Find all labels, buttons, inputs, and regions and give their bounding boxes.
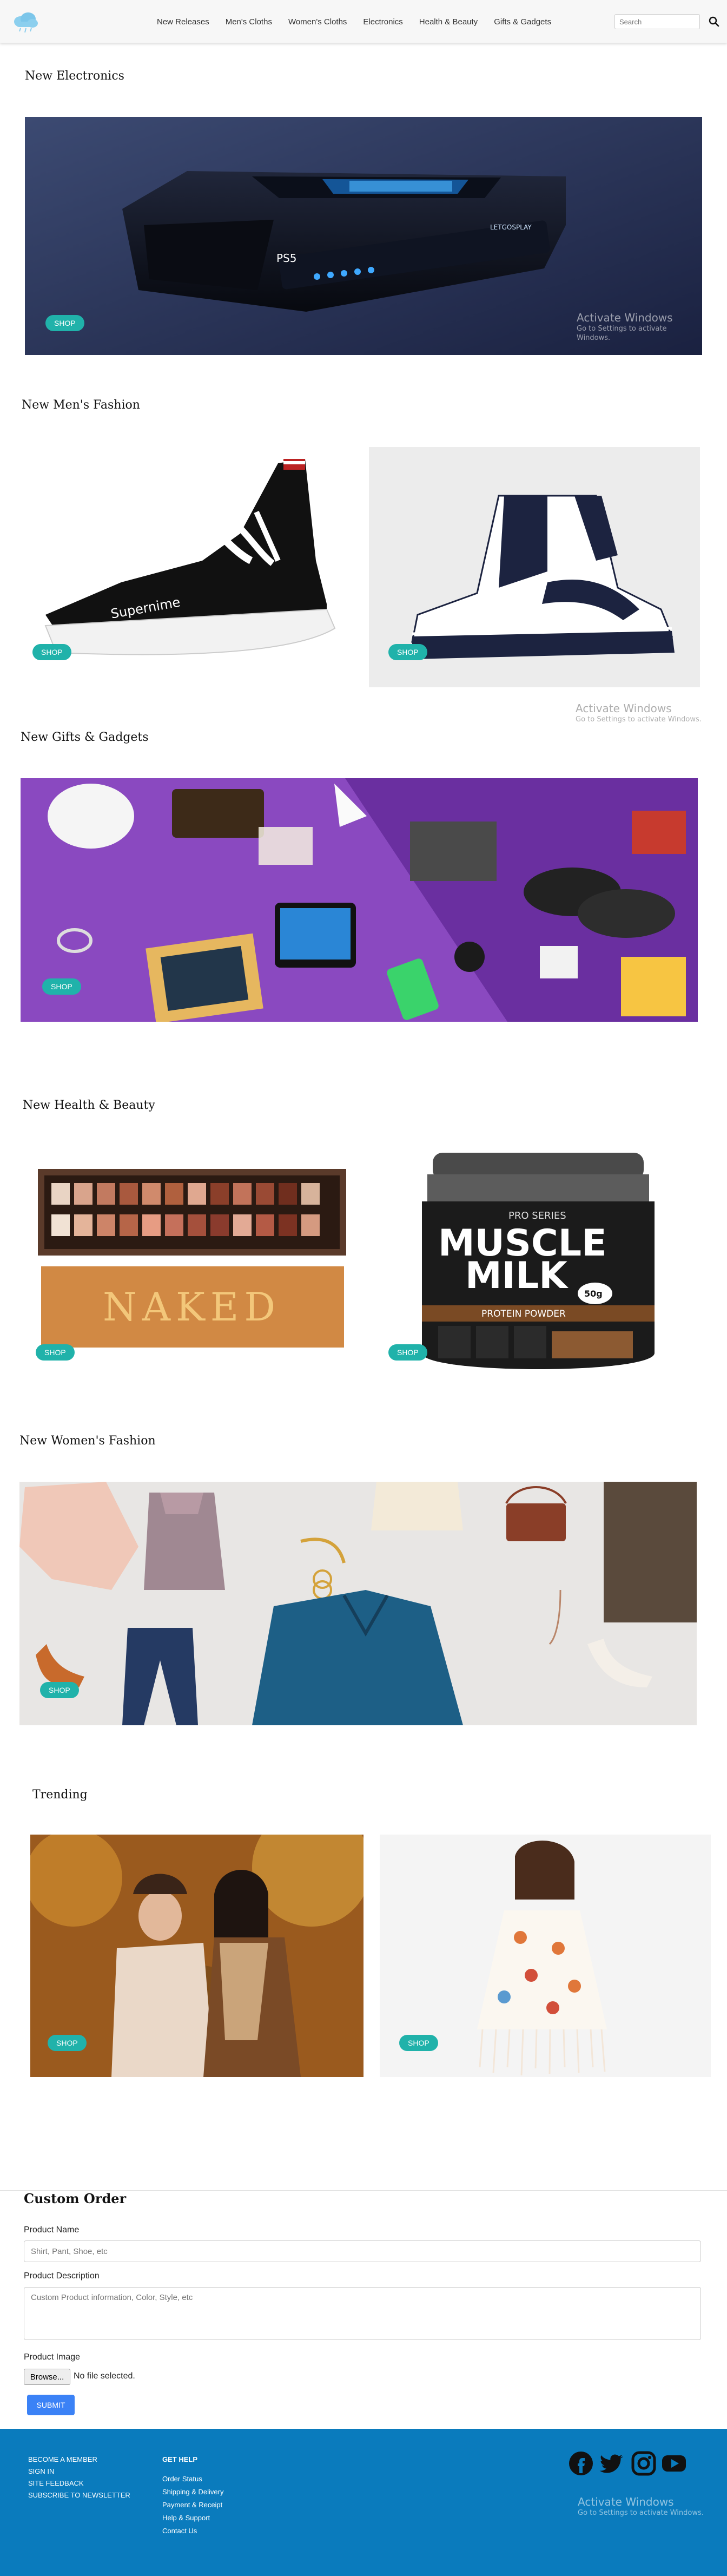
palette-label-text: NAKED [103,1284,281,1330]
browse-file-button[interactable]: Browse... [24,2369,70,2385]
footer-link-help-support[interactable]: Help & Support [162,2514,210,2522]
facebook-icon[interactable] [568,2450,594,2476]
shop-button-gifts[interactable]: SHOP [42,978,81,995]
trending-promo-image-left[interactable]: SHOP [30,1835,364,2077]
section-title-mens: New Men's Fashion [22,398,140,412]
shop-button-trending-right[interactable]: SHOP [399,2035,438,2051]
search-icon[interactable] [709,16,719,27]
shop-button-trending-left[interactable]: SHOP [48,2035,87,2051]
nav-link-new-releases[interactable]: New Releases [157,17,209,27]
cloud-logo-icon[interactable] [11,10,39,34]
activate-windows-watermark: Activate Windows Go to Settings to activ… [577,311,702,343]
shop-button-mens-right[interactable]: SHOP [388,644,427,660]
product-name-input[interactable] [24,2240,701,2262]
nav-link-womens-cloths[interactable]: Women's Cloths [288,17,347,27]
tub-protein-badge: 50g [584,1289,603,1299]
shop-button-health-right[interactable]: SHOP [388,1344,427,1361]
file-status-text: No file selected. [74,2371,135,2381]
health-promo-image-right[interactable]: PRO SERIES MUSCLE MILK 50g PROTEIN POWDE… [384,1147,700,1388]
instagram-icon[interactable] [631,2450,657,2476]
footer-link-payment-receipt[interactable]: Payment & Receipt [162,2501,222,2509]
section-title-trending: Trending [32,1788,88,1802]
section-title-electronics: New Electronics [25,69,124,83]
tub-title-line2: MILK [465,1254,569,1297]
product-description-input[interactable] [24,2287,701,2340]
footer-link-sign-in[interactable]: SIGN IN [28,2467,54,2475]
watermark-title: Activate Windows [577,311,673,324]
watermark-subtitle: Go to Settings to activate Windows. [577,325,667,342]
nav-link-electronics[interactable]: Electronics [363,17,402,27]
nav-link-health-beauty[interactable]: Health & Beauty [419,17,478,27]
electronics-promo-image[interactable]: PS5 LETGOSPLAY SHOP Activate Windows Go … [25,117,702,355]
shop-button-health-left[interactable]: SHOP [36,1344,75,1361]
footer-link-site-feedback[interactable]: SITE FEEDBACK [28,2479,84,2487]
shop-button-mens-left[interactable]: SHOP [32,644,71,660]
shop-button-electronics[interactable]: SHOP [45,315,84,331]
search-input[interactable] [614,14,700,29]
health-promo-image-left[interactable]: NAKED SHOP [22,1147,362,1388]
submit-button[interactable]: SUBMIT [27,2395,75,2415]
footer-help-heading: GET HELP [162,2455,198,2463]
product-description-label: Product Description [24,2271,100,2281]
section-title-womens: New Women's Fashion [19,1434,156,1448]
mens-promo-image-left[interactable]: Supernime SHOP [24,447,365,687]
console-logo-text: PS5 [276,252,296,265]
gifts-promo-image[interactable]: SHOP [21,778,698,1022]
console-badge-text: LETGOSPLAY [490,224,532,231]
footer-link-order-status[interactable]: Order Status [162,2475,202,2483]
nav-links: New Releases Men's Cloths Women's Cloths… [157,17,551,27]
trending-promo-image-right[interactable]: SHOP [380,1835,711,2077]
watermark-subtitle: Go to Settings to activate Windows. [576,715,702,724]
top-navbar: New Releases Men's Cloths Women's Cloths… [0,0,727,43]
mens-promo-image-right[interactable]: SHOP [369,447,700,687]
footer-link-shipping-delivery[interactable]: Shipping & Delivery [162,2488,223,2496]
sock-sneaker-illustration: Supernime [44,459,336,655]
footer-link-become-member[interactable]: BECOME A MEMBER [28,2455,97,2463]
tub-subtitle-text: PROTEIN POWDER [481,1309,566,1319]
youtube-icon[interactable] [661,2450,687,2476]
watermark-title: Activate Windows [576,702,672,715]
footer-link-subscribe[interactable]: SUBSCRIBE TO NEWSLETTER [28,2491,130,2499]
section-title-gifts: New Gifts & Gadgets [21,731,149,744]
gadgets-illustration [21,778,698,1022]
watermark-subtitle: Go to Settings to activate Windows. [578,2509,704,2517]
custom-order-title: Custom Order [24,2191,127,2206]
activate-windows-watermark: Activate Windows Go to Settings to activ… [576,701,702,725]
product-image-label: Product Image [24,2352,81,2362]
tub-series-text: PRO SERIES [508,1210,566,1221]
nav-link-gifts-gadgets[interactable]: Gifts & Gadgets [494,17,551,27]
footer-link-contact-us[interactable]: Contact Us [162,2527,197,2535]
shop-button-womens[interactable]: SHOP [40,1682,79,1698]
watermark-title: Activate Windows [578,2495,674,2508]
womens-promo-image[interactable]: SHOP [19,1482,697,1725]
product-name-label: Product Name [24,2225,80,2235]
muscle-milk-tub-illustration: PRO SERIES MUSCLE MILK 50g PROTEIN POWDE… [422,1153,655,1369]
section-title-health: New Health & Beauty [23,1099,155,1112]
activate-windows-watermark: Activate Windows Go to Settings to activ… [578,2495,704,2518]
womens-flatlay-illustration [19,1482,697,1725]
nav-link-mens-cloths[interactable]: Men's Cloths [226,17,272,27]
twitter-icon[interactable] [599,2450,625,2476]
